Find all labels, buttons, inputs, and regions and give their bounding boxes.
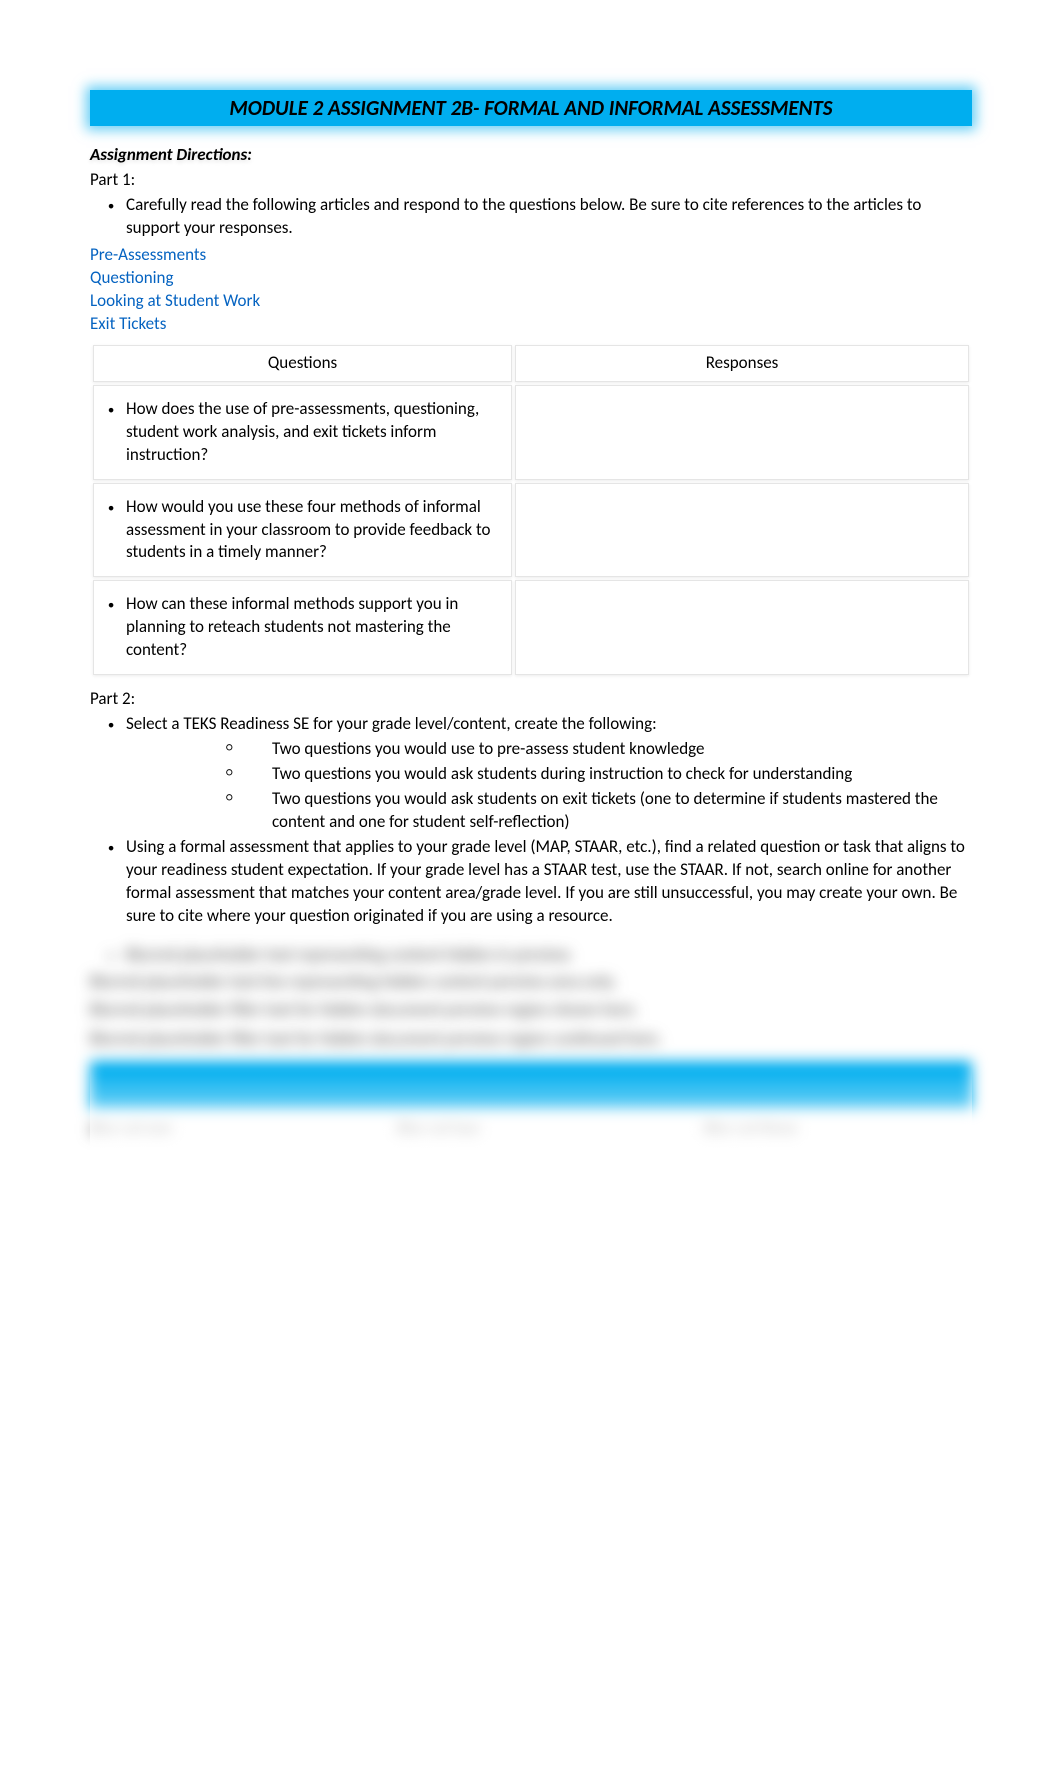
link-questioning[interactable]: Questioning <box>90 267 972 290</box>
question-text: How does the use of pre-assessments, que… <box>126 398 497 467</box>
assignment-directions-label: Assignment Directions: <box>90 144 972 167</box>
part2-bullet-list: Select a TEKS Readiness SE for your grad… <box>90 713 972 927</box>
table-row: How does the use of pre-assessments, que… <box>93 385 969 480</box>
table-row: How can these informal methods support y… <box>93 580 969 675</box>
blurred-line: Blurred placeholder filler text for hidd… <box>90 1028 972 1051</box>
question-cell: How does the use of pre-assessments, que… <box>93 385 512 480</box>
table-row: How would you use these four methods of … <box>93 483 969 578</box>
page-title-banner: MODULE 2 ASSIGNMENT 2B- FORMAL AND INFOR… <box>90 90 972 126</box>
part2-sub-3: Two questions you would ask students on … <box>226 788 972 834</box>
table-header-questions: Questions <box>93 345 512 382</box>
part2-label: Part 2: <box>90 688 972 711</box>
part2-sub-list: Two questions you would use to pre-asses… <box>126 738 972 834</box>
questions-responses-table: Questions Responses How does the use of … <box>90 342 972 678</box>
part2-bullet-1: Select a TEKS Readiness SE for your grad… <box>126 713 972 834</box>
part1-bullet-list: Carefully read the following articles an… <box>90 194 972 240</box>
part2-sub-2: Two questions you would ask students dur… <box>226 763 972 786</box>
response-cell[interactable] <box>515 483 969 578</box>
question-cell: How would you use these four methods of … <box>93 483 512 578</box>
question-text: How can these informal methods support y… <box>126 593 497 662</box>
part1-label: Part 1: <box>90 169 972 192</box>
part2-sub-1: Two questions you would use to pre-asses… <box>226 738 972 761</box>
table-header-responses: Responses <box>515 345 969 382</box>
response-cell[interactable] <box>515 580 969 675</box>
blurred-line: Blurred placeholder text line representi… <box>90 971 972 994</box>
fade-overlay <box>90 1068 972 1188</box>
link-looking-student-work[interactable]: Looking at Student Work <box>90 290 972 313</box>
link-pre-assessments[interactable]: Pre-Assessments <box>90 244 972 267</box>
question-text: How would you use these four methods of … <box>126 496 497 565</box>
question-cell: How can these informal methods support y… <box>93 580 512 675</box>
page-title: MODULE 2 ASSIGNMENT 2B- FORMAL AND INFOR… <box>229 95 832 121</box>
link-exit-tickets[interactable]: Exit Tickets <box>90 313 972 336</box>
part2-bullet-2: Using a formal assessment that applies t… <box>126 836 972 928</box>
blurred-line: Blurred placeholder filler text for hidd… <box>90 999 972 1022</box>
part2-bullet-1-text: Select a TEKS Readiness SE for your grad… <box>126 713 657 734</box>
response-cell[interactable] <box>515 385 969 480</box>
part1-bullet: Carefully read the following articles an… <box>126 194 972 240</box>
blurred-line: Blurred placeholder text representing co… <box>126 944 972 967</box>
